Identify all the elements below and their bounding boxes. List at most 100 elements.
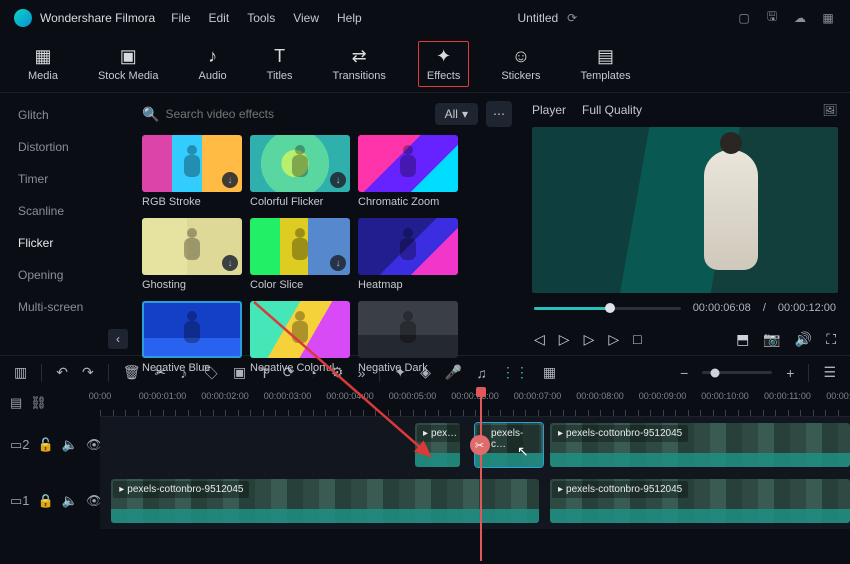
- more-options-button[interactable]: ⋯: [486, 101, 512, 127]
- effect-thumbnail: [358, 135, 458, 192]
- tab-media[interactable]: ▦Media: [20, 42, 66, 86]
- tab-titles[interactable]: TTitles: [259, 42, 301, 86]
- tab-templates[interactable]: ▤Templates: [572, 42, 638, 86]
- effect-label: Colorful Flicker: [250, 196, 350, 208]
- player-quality-dropdown[interactable]: Full Quality: [582, 103, 642, 117]
- effect-negative-dark[interactable]: Negative Dark: [358, 301, 458, 374]
- menu-edit[interactable]: Edit: [209, 11, 230, 25]
- save-icon[interactable]: 🖫: [764, 10, 780, 26]
- sidebar-item-flicker[interactable]: Flicker: [0, 227, 134, 259]
- lock-icon[interactable]: 🔒: [38, 493, 54, 509]
- download-icon[interactable]: ↓: [222, 172, 238, 188]
- clip[interactable]: ▸pex…: [415, 423, 460, 467]
- redo-button[interactable]: ↷: [82, 364, 94, 381]
- play-backward-button[interactable]: ▷: [559, 331, 570, 348]
- cloud-icon[interactable]: ☁: [792, 10, 808, 26]
- effect-thumbnail: ↓: [142, 135, 242, 192]
- fullscreen-icon[interactable]: ⛶: [826, 331, 836, 348]
- mixer-icon[interactable]: ♫: [476, 365, 487, 381]
- unlink-icon[interactable]: ⛓: [30, 395, 47, 411]
- play-button[interactable]: ▷: [584, 331, 595, 348]
- clip-label: ▸pexels-cottonbro-9512045: [552, 425, 688, 442]
- timeline-ruler[interactable]: 00:0000:00:01:0000:00:02:0000:00:03:0000…: [100, 389, 850, 417]
- zoom-out-button[interactable]: −: [680, 365, 688, 381]
- unlock-icon[interactable]: 🔓: [38, 437, 54, 453]
- playhead[interactable]: [480, 389, 482, 561]
- snapshot-icon[interactable]: 🖼: [822, 102, 838, 118]
- undo-button[interactable]: ↶: [56, 364, 68, 381]
- marker-icon[interactable]: ⬒: [736, 331, 749, 348]
- grid-icon[interactable]: ▦: [820, 10, 836, 26]
- player-viewport[interactable]: [532, 127, 838, 293]
- effect-label: Negative Colorful: [250, 362, 350, 374]
- sidebar-item-distortion[interactable]: Distortion: [0, 131, 134, 163]
- mute-icon[interactable]: 🔈: [62, 493, 78, 509]
- search-input[interactable]: [165, 107, 426, 121]
- sidebar-item-timer[interactable]: Timer: [0, 163, 134, 195]
- track-body[interactable]: ▸pexels-cottonbro-9512045▸pexels-cottonb…: [100, 473, 850, 529]
- effect-negative-blue[interactable]: Negative Blue: [142, 301, 242, 374]
- track-row: ▭1🔒🔈👁▸pexels-cottonbro-9512045▸pexels-co…: [0, 473, 850, 529]
- menu-help[interactable]: Help: [337, 11, 362, 25]
- tab-effects[interactable]: ✦Effects: [418, 41, 469, 87]
- effect-color-slice[interactable]: ↓ Color Slice: [250, 218, 350, 291]
- tab-audio[interactable]: ♪Audio: [191, 42, 235, 86]
- effect-label: Color Slice: [250, 279, 350, 291]
- menu-tools[interactable]: Tools: [247, 11, 275, 25]
- track-row: ▭2🔓🔈👁▸pex…▸pexels-c…▸pexels-cottonbro-95…: [0, 417, 850, 473]
- magnet-icon[interactable]: ⋮⋮: [501, 364, 529, 381]
- timeline-options-icon[interactable]: ▤: [10, 395, 22, 411]
- effect-heatmap[interactable]: Heatmap: [358, 218, 458, 291]
- prev-frame-button[interactable]: ◁: [534, 331, 545, 348]
- tab-stickers[interactable]: ☺Stickers: [493, 42, 548, 86]
- effect-thumbnail: [358, 301, 458, 358]
- stop-button[interactable]: □: [633, 331, 641, 347]
- player-tab[interactable]: Player: [532, 103, 566, 117]
- camera-icon[interactable]: 📷: [763, 331, 780, 348]
- effect-thumbnail: [250, 301, 350, 358]
- clip[interactable]: ▸pexels-cottonbro-9512045: [111, 479, 539, 523]
- grid-icon[interactable]: ▦: [543, 364, 556, 381]
- track-video-icon[interactable]: ▭1: [10, 493, 30, 509]
- download-icon[interactable]: ↓: [330, 255, 346, 271]
- layout-icon[interactable]: ▥: [14, 364, 27, 381]
- delete-button[interactable]: 🗑: [123, 364, 141, 381]
- download-icon[interactable]: ↓: [330, 172, 346, 188]
- effect-rgb-stroke[interactable]: ↓ RGB Stroke: [142, 135, 242, 208]
- tab-stock-media[interactable]: ▣Stock Media: [90, 42, 167, 86]
- effect-chromatic-zoom[interactable]: Chromatic Zoom: [358, 135, 458, 208]
- duration: 00:00:12:00: [778, 302, 836, 314]
- download-icon[interactable]: ↓: [222, 255, 238, 271]
- zoom-slider[interactable]: [702, 371, 772, 374]
- timeline-view-icon[interactable]: ☰: [823, 364, 836, 381]
- mute-icon[interactable]: 🔈: [62, 437, 78, 453]
- project-title[interactable]: Untitled: [518, 11, 559, 25]
- menu-file[interactable]: File: [171, 11, 190, 25]
- sidebar-collapse-button[interactable]: ‹: [108, 329, 128, 349]
- menu-view[interactable]: View: [293, 11, 319, 25]
- sidebar-item-opening[interactable]: Opening: [0, 259, 134, 291]
- chevron-left-icon: ‹: [116, 332, 120, 346]
- effect-colorful-flicker[interactable]: ↓ Colorful Flicker: [250, 135, 350, 208]
- sidebar-item-multi-screen[interactable]: Multi-screen: [0, 291, 134, 323]
- volume-icon[interactable]: 🔊: [795, 331, 812, 348]
- effect-label: RGB Stroke: [142, 196, 242, 208]
- clip[interactable]: ▸pexels-cottonbro-9512045: [550, 479, 850, 523]
- sidebar-item-scanline[interactable]: Scanline: [0, 195, 134, 227]
- tab-label: Stickers: [501, 70, 540, 82]
- tab-transitions[interactable]: ⇄Transitions: [325, 42, 394, 86]
- track-video-icon[interactable]: ▭2: [10, 437, 30, 453]
- zoom-in-button[interactable]: +: [786, 365, 794, 381]
- next-frame-button[interactable]: ▷: [608, 331, 619, 348]
- effect-ghosting[interactable]: ↓Ghosting: [142, 218, 242, 291]
- sidebar-item-glitch[interactable]: Glitch: [0, 99, 134, 131]
- track-body[interactable]: ▸pex…▸pexels-c…▸pexels-cottonbro-9512045…: [100, 417, 850, 473]
- screenshot-icon[interactable]: ▢: [736, 10, 752, 26]
- ruler-label: 00:00:02:00: [201, 391, 249, 401]
- clip[interactable]: ▸pexels-cottonbro-9512045: [550, 423, 850, 467]
- progress-bar[interactable]: [534, 307, 681, 310]
- effect-thumbnail: ↓: [250, 218, 350, 275]
- splice-marker[interactable]: ✂: [470, 435, 490, 455]
- filter-dropdown[interactable]: All ▾: [435, 103, 478, 125]
- effect-negative-colorful[interactable]: Negative Colorful: [250, 301, 350, 374]
